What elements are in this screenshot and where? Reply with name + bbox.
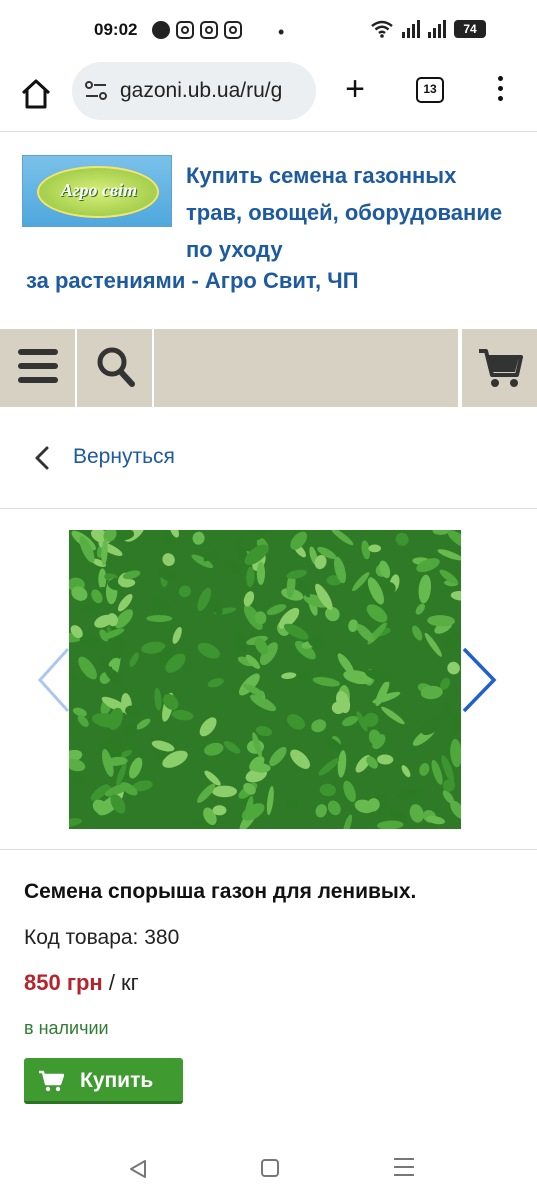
site-title-continued[interactable]: за растениями - Агро Свит, ЧП [26,268,359,294]
buy-button[interactable]: Купить [24,1058,183,1104]
site-logo[interactable]: Агро світ [22,155,172,227]
tab-switcher-button[interactable]: 13 [416,77,444,103]
price-row: 850 грн / кг [24,970,139,996]
gallery-next-arrow-icon[interactable] [460,645,500,715]
buy-button-label: Купить [80,1069,154,1092]
url-text[interactable]: gazoni.ub.ua/ru/g [120,79,310,103]
hamburger-icon [18,349,58,385]
instagram-icon [224,21,242,39]
price-unit: / кг [102,970,139,995]
product-gallery [0,510,537,850]
nav-spacer [154,329,460,407]
signal-icon [402,20,420,38]
browser-menu-button[interactable] [495,76,505,106]
status-time: 09:02 [94,20,138,39]
status-bar: 09:02 • 74 [0,0,537,62]
site-nav-bar [0,329,537,407]
browser-toolbar: gazoni.ub.ua/ru/g + 13 [0,62,537,132]
site-header: Агро світ Купить семена газонных трав, о… [0,133,537,329]
instagram-icon [176,21,194,39]
search-button[interactable] [77,329,154,407]
site-settings-icon[interactable] [84,80,108,102]
gallery-prev-arrow-icon[interactable] [36,645,72,715]
chevron-left-icon[interactable] [32,445,52,471]
back-link[interactable]: Вернуться [73,445,175,469]
status-system-icons: 74 [370,20,486,38]
site-title[interactable]: Купить семена газонных трав, овощей, обо… [186,157,516,268]
status-notification-icons [152,21,242,39]
product-code: Код товара: 380 [24,926,180,949]
back-link-row[interactable]: Вернуться [0,407,537,509]
search-icon [97,347,135,387]
system-recents-icon[interactable] [394,1158,414,1176]
system-navigation-bar [0,1140,537,1200]
system-back-icon[interactable] [127,1158,149,1180]
notification-dot: • [278,22,285,42]
logo-text: Агро світ [60,180,138,200]
cart-icon [479,349,523,387]
address-bar[interactable]: gazoni.ub.ua/ru/g [72,62,316,120]
cart-icon [39,1070,64,1092]
new-tab-button[interactable]: + [340,72,370,106]
battery-indicator: 74 [454,20,486,38]
cart-button[interactable] [460,329,537,407]
instagram-icon [200,21,218,39]
facebook-icon [152,21,170,39]
product-price: 850 грн [24,970,103,995]
product-image[interactable] [69,530,461,829]
product-title: Семена спорыша газон для ленивых. [24,880,417,903]
signal-icon [428,20,446,38]
stock-status: в наличии [24,1018,109,1038]
wifi-icon [371,20,393,38]
home-icon[interactable] [18,76,54,112]
system-home-icon[interactable] [261,1159,279,1177]
menu-toggle-button[interactable] [0,329,77,407]
